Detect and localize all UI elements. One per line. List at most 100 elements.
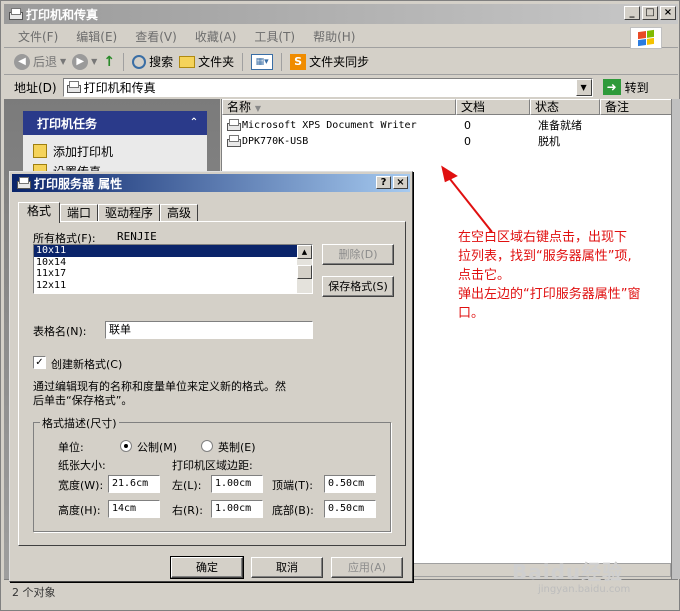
form-name-input[interactable]: 联单 xyxy=(105,321,313,339)
list-item[interactable]: 10x11 xyxy=(34,245,312,257)
menu-tools[interactable]: 工具(T) xyxy=(254,28,295,45)
printer-name: Microsoft XPS Document Writer xyxy=(242,119,417,131)
height-input[interactable]: 14cm xyxy=(108,500,160,518)
up-folder-button[interactable]: ↑ xyxy=(103,54,115,70)
maximize-button[interactable]: □ xyxy=(642,6,658,20)
top-margin-input[interactable]: 0.50cm xyxy=(324,475,376,493)
menu-view[interactable]: 查看(V) xyxy=(135,28,177,45)
goto-button[interactable]: ➜ 转到 xyxy=(602,79,649,96)
list-item[interactable]: 10x14 xyxy=(34,257,312,269)
left-margin-input[interactable]: 1.00cm xyxy=(211,475,263,493)
annotation-line: 在空白区域右键点击，出现下 xyxy=(458,230,628,245)
dialog-titlebar: 打印服务器 属性 ? × xyxy=(12,174,410,192)
back-button[interactable]: ◀ 后退 ▼ xyxy=(14,53,66,70)
tab-forms[interactable]: 格式 xyxy=(18,202,61,223)
table-row[interactable]: Microsoft XPS Document Writer 0 准备就绪 xyxy=(222,117,604,133)
folders-label: 文件夹 xyxy=(198,55,235,69)
listbox-scrollbar[interactable]: ▲ xyxy=(297,245,312,293)
window-title: 打印机和传真 xyxy=(26,7,99,22)
create-new-format-checkbox[interactable]: ✓ xyxy=(33,356,46,369)
folder-sync-label: 文件夹同步 xyxy=(309,55,370,69)
menu-favorites[interactable]: 收藏(A) xyxy=(195,28,237,45)
menu-edit[interactable]: 编辑(E) xyxy=(76,28,117,45)
address-value: 打印机和传真 xyxy=(83,80,156,95)
right-margin-input[interactable]: 1.00cm xyxy=(211,500,263,518)
task-add-printer[interactable]: 添加打印机 xyxy=(33,141,197,161)
address-dropdown-icon[interactable]: ▼ xyxy=(575,78,592,96)
forward-button[interactable]: ▶ ▼ xyxy=(72,53,97,70)
dialog-close-button[interactable]: × xyxy=(393,176,408,189)
bottom-margin-input[interactable]: 0.50cm xyxy=(324,500,376,518)
forward-arrow-icon: ▶ xyxy=(72,53,89,70)
tab-ports[interactable]: 端口 xyxy=(60,204,99,222)
width-label: 宽度(W): xyxy=(58,479,104,492)
menu-file[interactable]: 文件(F) xyxy=(18,28,58,45)
left-margin-label: 左(L): xyxy=(172,479,202,492)
tab-drivers[interactable]: 驱动程序 xyxy=(98,204,161,222)
minimize-button[interactable]: _ xyxy=(624,6,640,20)
imperial-radio[interactable] xyxy=(201,440,213,452)
address-input[interactable]: 打印机和传真 ▼ xyxy=(62,77,593,97)
paper-size-label: 纸张大小: xyxy=(58,459,106,472)
format-description-group: 格式描述(尺寸) 单位: 公制(M) 英制(E) 纸张大小: 打印机区域边距: … xyxy=(33,415,391,532)
printer-name: DPK770K-USB xyxy=(242,135,309,147)
printer-icon xyxy=(66,80,81,94)
top-margin-label: 顶端(T): xyxy=(272,479,314,492)
menu-help[interactable]: 帮助(H) xyxy=(313,28,355,45)
description-line: 后单击“保存格式”。 xyxy=(33,394,133,407)
printer-tasks-header[interactable]: 打印机任务 ⌃ xyxy=(23,111,207,135)
print-server-properties-dialog: 打印服务器 属性 ? × 格式 端口 驱动程序 高级 所有格式(F): RENJ… xyxy=(9,171,413,582)
printer-icon xyxy=(8,7,23,21)
folders-button[interactable]: 文件夹 xyxy=(179,53,234,70)
close-button[interactable]: × xyxy=(660,6,676,20)
search-label: 搜索 xyxy=(149,55,174,69)
printer-icon xyxy=(16,176,31,190)
column-name[interactable]: 名称 ▼ xyxy=(222,99,456,115)
column-status[interactable]: 状态 xyxy=(530,99,600,115)
search-icon xyxy=(132,54,147,69)
list-item[interactable]: 11x17 xyxy=(34,268,312,280)
margins-label: 打印机区域边距: xyxy=(172,459,253,472)
scroll-thumb[interactable] xyxy=(297,265,312,279)
width-input[interactable]: 21.6cm xyxy=(108,475,160,493)
scroll-up-icon[interactable]: ▲ xyxy=(297,245,312,259)
menu-bar: 文件(F) 编辑(E) 查看(V) 收藏(A) 工具(T) 帮助(H) xyxy=(4,26,678,49)
save-format-button[interactable]: 保存格式(S) xyxy=(322,276,394,297)
annotation-line: 弹出左边的“打印服务器属性”窗 xyxy=(458,287,641,302)
cancel-button[interactable]: 取消 xyxy=(251,557,323,578)
tab-advanced[interactable]: 高级 xyxy=(160,204,199,222)
explorer-titlebar: 打印机和传真 _ □ × xyxy=(4,4,678,24)
goto-arrow-icon: ➜ xyxy=(602,79,621,95)
goto-label: 转到 xyxy=(624,80,649,95)
search-button[interactable]: 搜索 xyxy=(132,53,173,70)
printer-status: 准备就绪 xyxy=(538,119,582,132)
column-comment[interactable]: 备注 xyxy=(600,99,672,115)
watermark-url: jingyan.baidu.com xyxy=(538,584,631,595)
list-header: 名称 ▼ 文档 状态 备注 xyxy=(222,99,672,115)
metric-radio[interactable] xyxy=(120,440,132,452)
list-item[interactable]: 12x11 xyxy=(34,280,312,292)
folder-sync-button[interactable]: S 文件夹同步 xyxy=(290,53,369,70)
help-button[interactable]: ? xyxy=(376,176,391,189)
column-documents[interactable]: 文档 xyxy=(456,99,530,115)
formats-listbox[interactable]: 10x11 10x14 11x17 12x11 ▲ xyxy=(33,244,313,294)
ok-button[interactable]: 确定 xyxy=(170,556,244,579)
up-arrow-icon: ↑ xyxy=(103,53,116,70)
printer-status: 脱机 xyxy=(538,135,560,148)
printer-docs: 0 xyxy=(464,134,471,148)
status-text: 2 个对象 xyxy=(12,586,56,599)
watermark: Baidu经验 xyxy=(512,560,624,584)
back-label: 后退 xyxy=(33,55,58,69)
views-button[interactable]: ▦▾ xyxy=(251,53,274,70)
printer-icon xyxy=(226,118,241,132)
forms-panel: 所有格式(F): RENJIE 10x11 10x14 11x17 12x11 … xyxy=(18,221,406,546)
annotation-line: 拉列表，找到“服务器属性”项, xyxy=(458,249,632,264)
table-row[interactable]: DPK770K-USB 0 脱机 xyxy=(222,133,604,149)
delete-button[interactable]: 删除(D) xyxy=(322,244,394,265)
right-margin-label: 右(R): xyxy=(172,504,203,517)
bottom-margin-label: 底部(B): xyxy=(272,504,314,517)
dialog-title: 打印服务器 属性 xyxy=(34,176,123,191)
collapse-icon[interactable]: ⌃ xyxy=(187,116,201,130)
vertical-scrollbar[interactable] xyxy=(671,99,680,579)
apply-button[interactable]: 应用(A) xyxy=(331,557,403,578)
